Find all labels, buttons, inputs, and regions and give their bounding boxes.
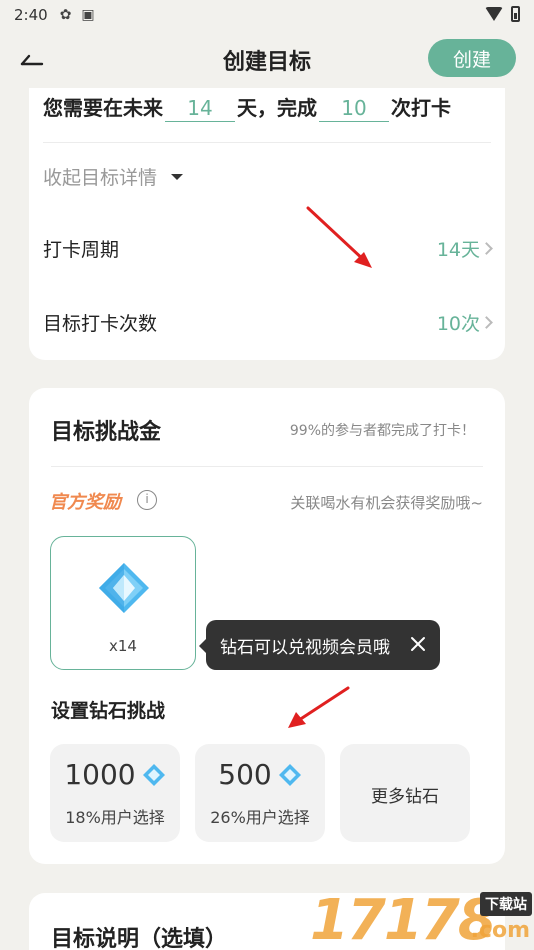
checkin-count-value: 10次 <box>436 312 480 335</box>
status-bar: 2:40 ✿ ▣ <box>0 0 534 30</box>
official-reward-label: 官方奖励 <box>49 492 121 513</box>
goal-sentence: 您需要在未来 14 天，完成 10 次打卡 <box>43 92 451 122</box>
goal-sentence-prefix: 您需要在未来 <box>43 96 163 120</box>
goal-detail-card: 您需要在未来 14 天，完成 10 次打卡 收起目标详情 打卡周期 14天 目标打卡次数… <box>29 70 505 360</box>
reward-hint: 关联喝水有机会获得奖励哦~ <box>290 494 483 512</box>
settings-notification-icon: ✿ <box>59 7 72 23</box>
more-diamonds-label: 更多钻石 <box>371 787 439 807</box>
diamond-icon <box>142 763 165 786</box>
chevron-right-icon <box>480 241 493 255</box>
checkin-count-row[interactable]: 目标打卡次数 10次 <box>43 302 493 342</box>
info-icon[interactable]: i <box>137 490 157 510</box>
challenge-title: 目标挑战金 <box>51 420 162 445</box>
option-percent: 18%用户选择 <box>65 808 165 827</box>
goal-sentence-middle: 天，完成 <box>237 96 317 120</box>
app-notification-icon: ▣ <box>81 7 95 23</box>
chevron-right-icon <box>480 315 493 329</box>
divider <box>43 142 491 143</box>
reward-count: x14 <box>109 637 137 655</box>
diamond-tooltip: 钻石可以兑视频会员哦 <box>199 620 440 670</box>
count-input[interactable]: 10 <box>319 96 389 122</box>
collapse-details-label: 收起目标详情 <box>43 167 158 189</box>
option-amount: 1000 <box>64 758 136 791</box>
checkin-count-label: 目标打卡次数 <box>43 312 158 335</box>
checkin-period-value: 14天 <box>436 238 480 261</box>
watermark-domain: .com <box>470 918 530 943</box>
challenge-note: 99%的参与者都完成了打卡！ <box>289 423 475 439</box>
option-amount: 500 <box>218 758 272 791</box>
watermark-digits: 17178 <box>310 888 497 950</box>
site-watermark: 17178 下载站 .com <box>310 884 534 950</box>
description-title: 目标说明（选填） <box>51 927 228 950</box>
watermark-tag: 下载站 <box>480 892 532 916</box>
goal-sentence-suffix: 次打卡 <box>391 96 451 120</box>
diamond-icon <box>278 763 301 786</box>
status-time: 2:40 <box>14 6 48 24</box>
challenge-card: 目标挑战金 99%的参与者都完成了打卡！ 官方奖励 i 关联喝水有机会获得奖励哦… <box>29 388 505 864</box>
wifi-icon <box>485 7 503 21</box>
diamond-icon <box>99 563 149 613</box>
diamond-option-500[interactable]: 500 26%用户选择 <box>195 744 325 842</box>
set-diamond-challenge-title: 设置钻石挑战 <box>51 700 166 722</box>
app-header: 创建目标 创建 <box>0 30 534 88</box>
checkin-period-label: 打卡周期 <box>43 238 120 261</box>
days-input[interactable]: 14 <box>165 96 235 122</box>
more-diamonds-option[interactable]: 更多钻石 <box>340 744 470 842</box>
diamond-option-1000[interactable]: 1000 18%用户选择 <box>50 744 180 842</box>
caret-down-icon <box>171 173 184 180</box>
tooltip-text: 钻石可以兑视频会员哦 <box>220 637 390 658</box>
close-icon[interactable] <box>406 632 430 656</box>
official-reward-diamond[interactable]: x14 <box>50 536 196 670</box>
option-percent: 26%用户选择 <box>210 808 310 827</box>
create-button[interactable]: 创建 <box>428 39 516 77</box>
divider <box>51 466 483 467</box>
collapse-details-toggle[interactable]: 收起目标详情 <box>43 163 184 190</box>
battery-icon <box>511 6 520 22</box>
checkin-period-row[interactable]: 打卡周期 14天 <box>43 228 493 268</box>
